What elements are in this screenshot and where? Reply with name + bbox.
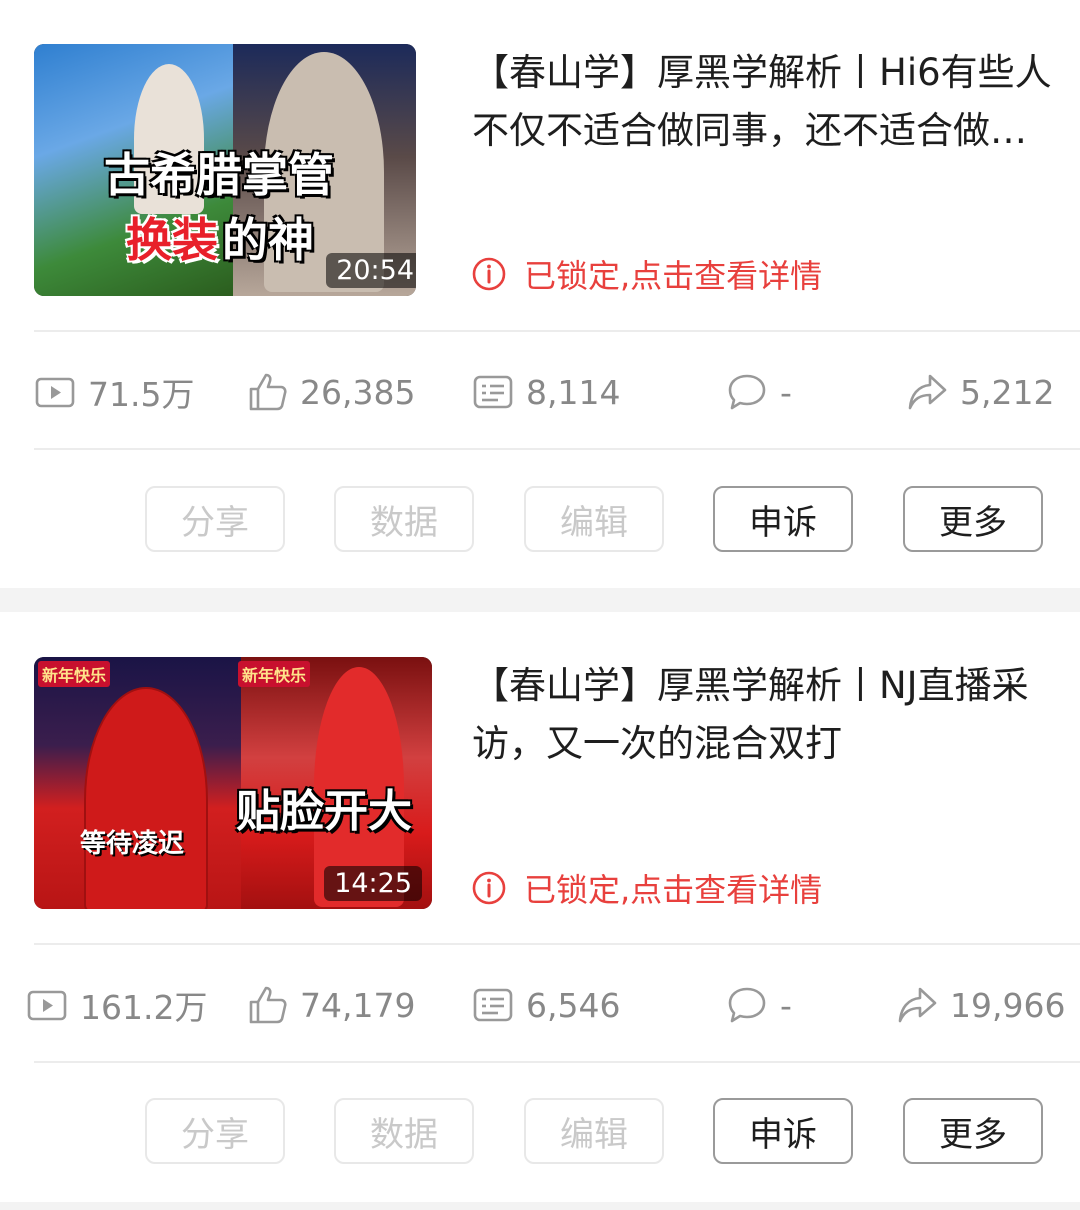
edit-button[interactable]: 编辑: [524, 1098, 664, 1164]
more-button[interactable]: 更多: [903, 1098, 1043, 1164]
thumbs-up-icon: [249, 986, 287, 1024]
more-button[interactable]: 更多: [903, 486, 1043, 552]
locked-status-text: 已锁定,点击查看详情: [524, 871, 823, 909]
video-title[interactable]: 【春山学】厚黑学解析丨Hi6有些人不仅不适合做同事，还不适合做朋友: [472, 44, 1052, 160]
thumbnail-tag: 新年快乐: [238, 661, 311, 687]
stats-row: 71.5万 26,385 8,114 - 5,212: [34, 362, 1054, 422]
video-thumbnail[interactable]: 新年快乐 新年快乐 等待凌迟 贴脸开大 14:25: [34, 657, 432, 909]
divider: [34, 448, 1080, 450]
appeal-button[interactable]: 申诉: [713, 486, 853, 552]
stat-likes: 26,385: [246, 362, 415, 422]
video-card-2: 新年快乐 新年快乐 等待凌迟 贴脸开大 14:25 【春山学】厚黑学解析丨NJ直…: [0, 612, 1080, 1204]
stat-shares: 19,966: [896, 975, 1065, 1035]
thumbnail-caption: 古希腊掌管: [104, 148, 334, 202]
share-arrow-icon: [908, 374, 947, 410]
thumbs-up-icon: [249, 373, 287, 411]
stat-comments: -: [726, 362, 792, 422]
danmaku-icon: [473, 375, 513, 409]
divider: [34, 1061, 1080, 1063]
play-count-icon: [27, 990, 67, 1021]
stat-plays: 71.5万: [34, 362, 194, 422]
danmaku-icon: [473, 988, 513, 1022]
thumbnail-caption: 的神: [222, 213, 314, 267]
stat-shares: 5,212: [906, 362, 1054, 422]
locked-status-link[interactable]: 已锁定,点击查看详情: [472, 252, 822, 296]
comment-bubble-icon: [728, 374, 766, 410]
share-button[interactable]: 分享: [145, 486, 285, 552]
thumbnail-caption: 贴脸开大: [236, 786, 412, 837]
info-circle-icon: [472, 871, 506, 905]
stat-danmaku: 6,546: [472, 975, 620, 1035]
share-button[interactable]: 分享: [145, 1098, 285, 1164]
stat-danmaku: 8,114: [472, 362, 620, 422]
edit-button[interactable]: 编辑: [524, 486, 664, 552]
duration-badge: 20:54: [326, 253, 416, 288]
thumbnail-caption-highlight: 换装: [126, 213, 218, 267]
appeal-button[interactable]: 申诉: [713, 1098, 853, 1164]
divider: [34, 943, 1080, 945]
data-button[interactable]: 数据: [334, 1098, 474, 1164]
card-separator: [0, 1202, 1080, 1210]
stat-likes: 74,179: [246, 975, 415, 1035]
video-thumbnail[interactable]: 古希腊掌管 换装 的神 20:54: [34, 44, 416, 296]
divider: [34, 330, 1080, 332]
play-count-icon: [35, 377, 75, 408]
video-card-1: 古希腊掌管 换装 的神 20:54 【春山学】厚黑学解析丨Hi6有些人不仅不适合…: [0, 0, 1080, 588]
thumbnail-caption: 等待凌迟: [80, 829, 185, 859]
data-button[interactable]: 数据: [334, 486, 474, 552]
info-circle-icon: [472, 257, 506, 291]
card-separator: [0, 588, 1080, 612]
video-title[interactable]: 【春山学】厚黑学解析丨NJ直播采访，又一次的混合双打: [472, 657, 1052, 773]
locked-status-text: 已锁定,点击查看详情: [524, 257, 823, 295]
stat-plays: 161.2万: [26, 975, 207, 1035]
locked-status-link[interactable]: 已锁定,点击查看详情: [472, 866, 822, 910]
stats-row: 161.2万 74,179 6,546 - 19,966: [27, 975, 1065, 1035]
comment-bubble-icon: [728, 987, 766, 1023]
stat-comments: -: [726, 975, 792, 1035]
duration-badge: 14:25: [324, 866, 422, 901]
share-arrow-icon: [898, 987, 937, 1023]
thumbnail-tag: 新年快乐: [38, 661, 111, 687]
